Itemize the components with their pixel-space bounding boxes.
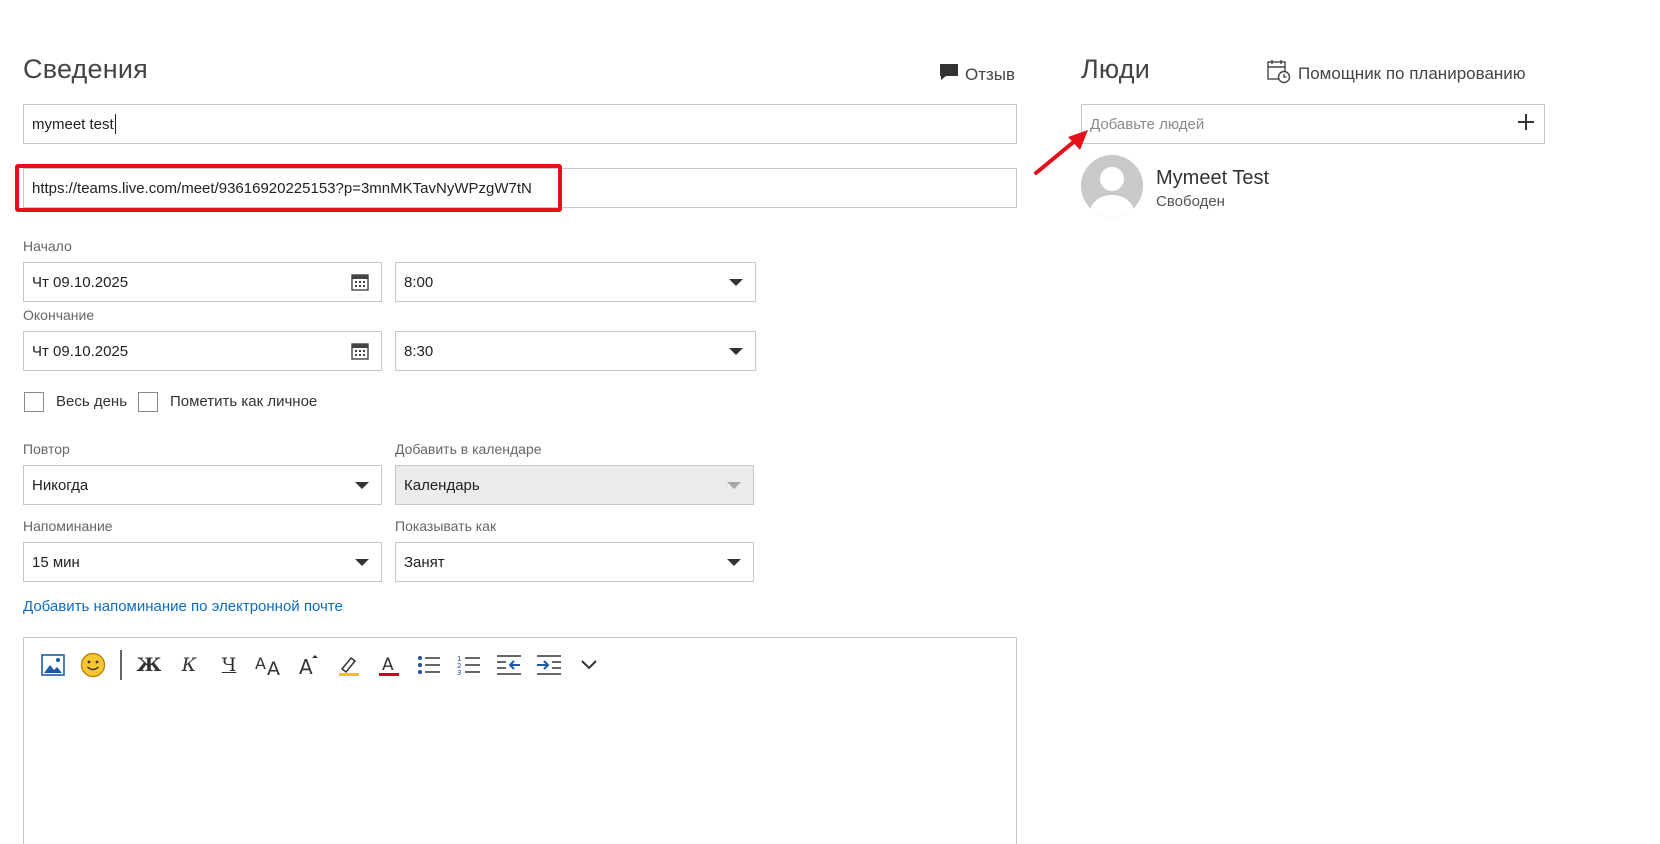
calendar-dropdown: Календарь xyxy=(395,465,754,505)
italic-icon[interactable]: К xyxy=(172,648,206,682)
person-icon xyxy=(1081,155,1143,217)
numbering-icon[interactable]: 123 xyxy=(452,648,486,682)
scheduling-assistant-icon xyxy=(1267,58,1291,89)
private-label: Пометить как личное xyxy=(170,393,318,410)
svg-text:A: A xyxy=(255,654,266,673)
insert-picture-icon[interactable] xyxy=(36,648,70,682)
svg-text:A: A xyxy=(382,655,394,675)
calendar-icon[interactable] xyxy=(351,342,369,360)
emoji-icon[interactable] xyxy=(76,648,110,682)
feedback-button[interactable]: Отзыв xyxy=(939,63,1015,86)
add-people-placeholder: Добавьте людей xyxy=(1090,115,1205,133)
end-time-value: 8:30 xyxy=(404,342,434,360)
subject-value: mymeet test xyxy=(32,115,114,133)
people-title: Люди xyxy=(1081,54,1151,84)
start-time-value: 8:00 xyxy=(404,273,434,291)
feedback-icon xyxy=(939,63,959,86)
feedback-label: Отзыв xyxy=(965,64,1016,84)
repeat-label: Повтор xyxy=(23,441,70,457)
all-day-checkbox[interactable] xyxy=(24,392,44,412)
end-date-value: Чт 09.10.2025 xyxy=(32,342,129,360)
all-day-label: Весь день xyxy=(56,393,128,410)
more-options-icon[interactable] xyxy=(572,648,606,682)
highlight-icon[interactable] xyxy=(332,648,366,682)
scheduling-assistant-label: Помощник по планированию xyxy=(1298,63,1526,83)
calendar-icon[interactable] xyxy=(351,273,369,291)
add-people-input[interactable]: Добавьте людей xyxy=(1081,104,1545,144)
annotation-arrow-icon xyxy=(1034,130,1088,175)
email-reminder-link[interactable]: Добавить напоминание по электронной почт… xyxy=(23,598,343,615)
font-color-icon[interactable]: A xyxy=(372,648,406,682)
chevron-down-icon xyxy=(355,481,369,489)
body-editor[interactable]: Ж К Ч AA A A 123 xyxy=(23,637,1017,844)
increase-indent-icon[interactable] xyxy=(532,648,566,682)
text-caret xyxy=(114,114,116,134)
end-date-picker[interactable]: Чт 09.10.2025 xyxy=(23,331,382,371)
details-title: Сведения xyxy=(23,54,148,84)
decrease-indent-icon[interactable] xyxy=(492,648,526,682)
end-time-dropdown[interactable]: 8:30 xyxy=(395,331,756,371)
start-label: Начало xyxy=(23,238,72,254)
start-date-value: Чт 09.10.2025 xyxy=(32,273,129,291)
add-person-button[interactable] xyxy=(1516,112,1536,136)
chevron-down-icon xyxy=(355,558,369,566)
scheduling-assistant-button[interactable]: Помощник по планированию xyxy=(1267,58,1526,89)
start-date-picker[interactable]: Чт 09.10.2025 xyxy=(23,262,382,302)
grow-font-icon[interactable]: A xyxy=(292,648,326,682)
avatar xyxy=(1081,155,1143,217)
subject-input[interactable]: mymeet test xyxy=(23,104,1017,144)
underline-icon[interactable]: Ч xyxy=(212,648,246,682)
start-time-dropdown[interactable]: 8:00 xyxy=(395,262,756,302)
reminder-dropdown[interactable]: 15 мин xyxy=(23,542,382,582)
toolbar-divider xyxy=(120,650,122,680)
chevron-down-icon xyxy=(727,558,741,566)
show-as-value: Занят xyxy=(404,553,445,571)
chevron-down-icon xyxy=(727,481,741,489)
reminder-value: 15 мин xyxy=(32,553,80,571)
repeat-dropdown[interactable]: Никогда xyxy=(23,465,382,505)
end-label: Окончание xyxy=(23,307,95,323)
format-toolbar: Ж К Ч AA A A 123 xyxy=(36,648,606,682)
highlight-box xyxy=(15,164,562,212)
attendee-status: Свободен xyxy=(1156,193,1225,210)
calendar-value: Календарь xyxy=(404,476,480,494)
calendar-label: Добавить в календаре xyxy=(395,441,542,457)
repeat-value: Никогда xyxy=(32,476,89,494)
bold-icon[interactable]: Ж xyxy=(132,648,166,682)
attendee-name: Mymeet Test xyxy=(1156,167,1269,189)
show-as-dropdown[interactable]: Занят xyxy=(395,542,754,582)
bullets-icon[interactable] xyxy=(412,648,446,682)
font-size-icon[interactable]: AA xyxy=(252,648,286,682)
svg-text:3: 3 xyxy=(457,669,461,676)
reminder-label: Напоминание xyxy=(23,518,113,534)
svg-text:A: A xyxy=(299,655,313,677)
chevron-down-icon xyxy=(729,347,743,355)
plus-icon xyxy=(1518,114,1534,130)
chevron-down-icon xyxy=(729,278,743,286)
svg-text:A: A xyxy=(267,658,280,677)
private-checkbox[interactable] xyxy=(138,392,158,412)
show-as-label: Показывать как xyxy=(395,518,497,534)
